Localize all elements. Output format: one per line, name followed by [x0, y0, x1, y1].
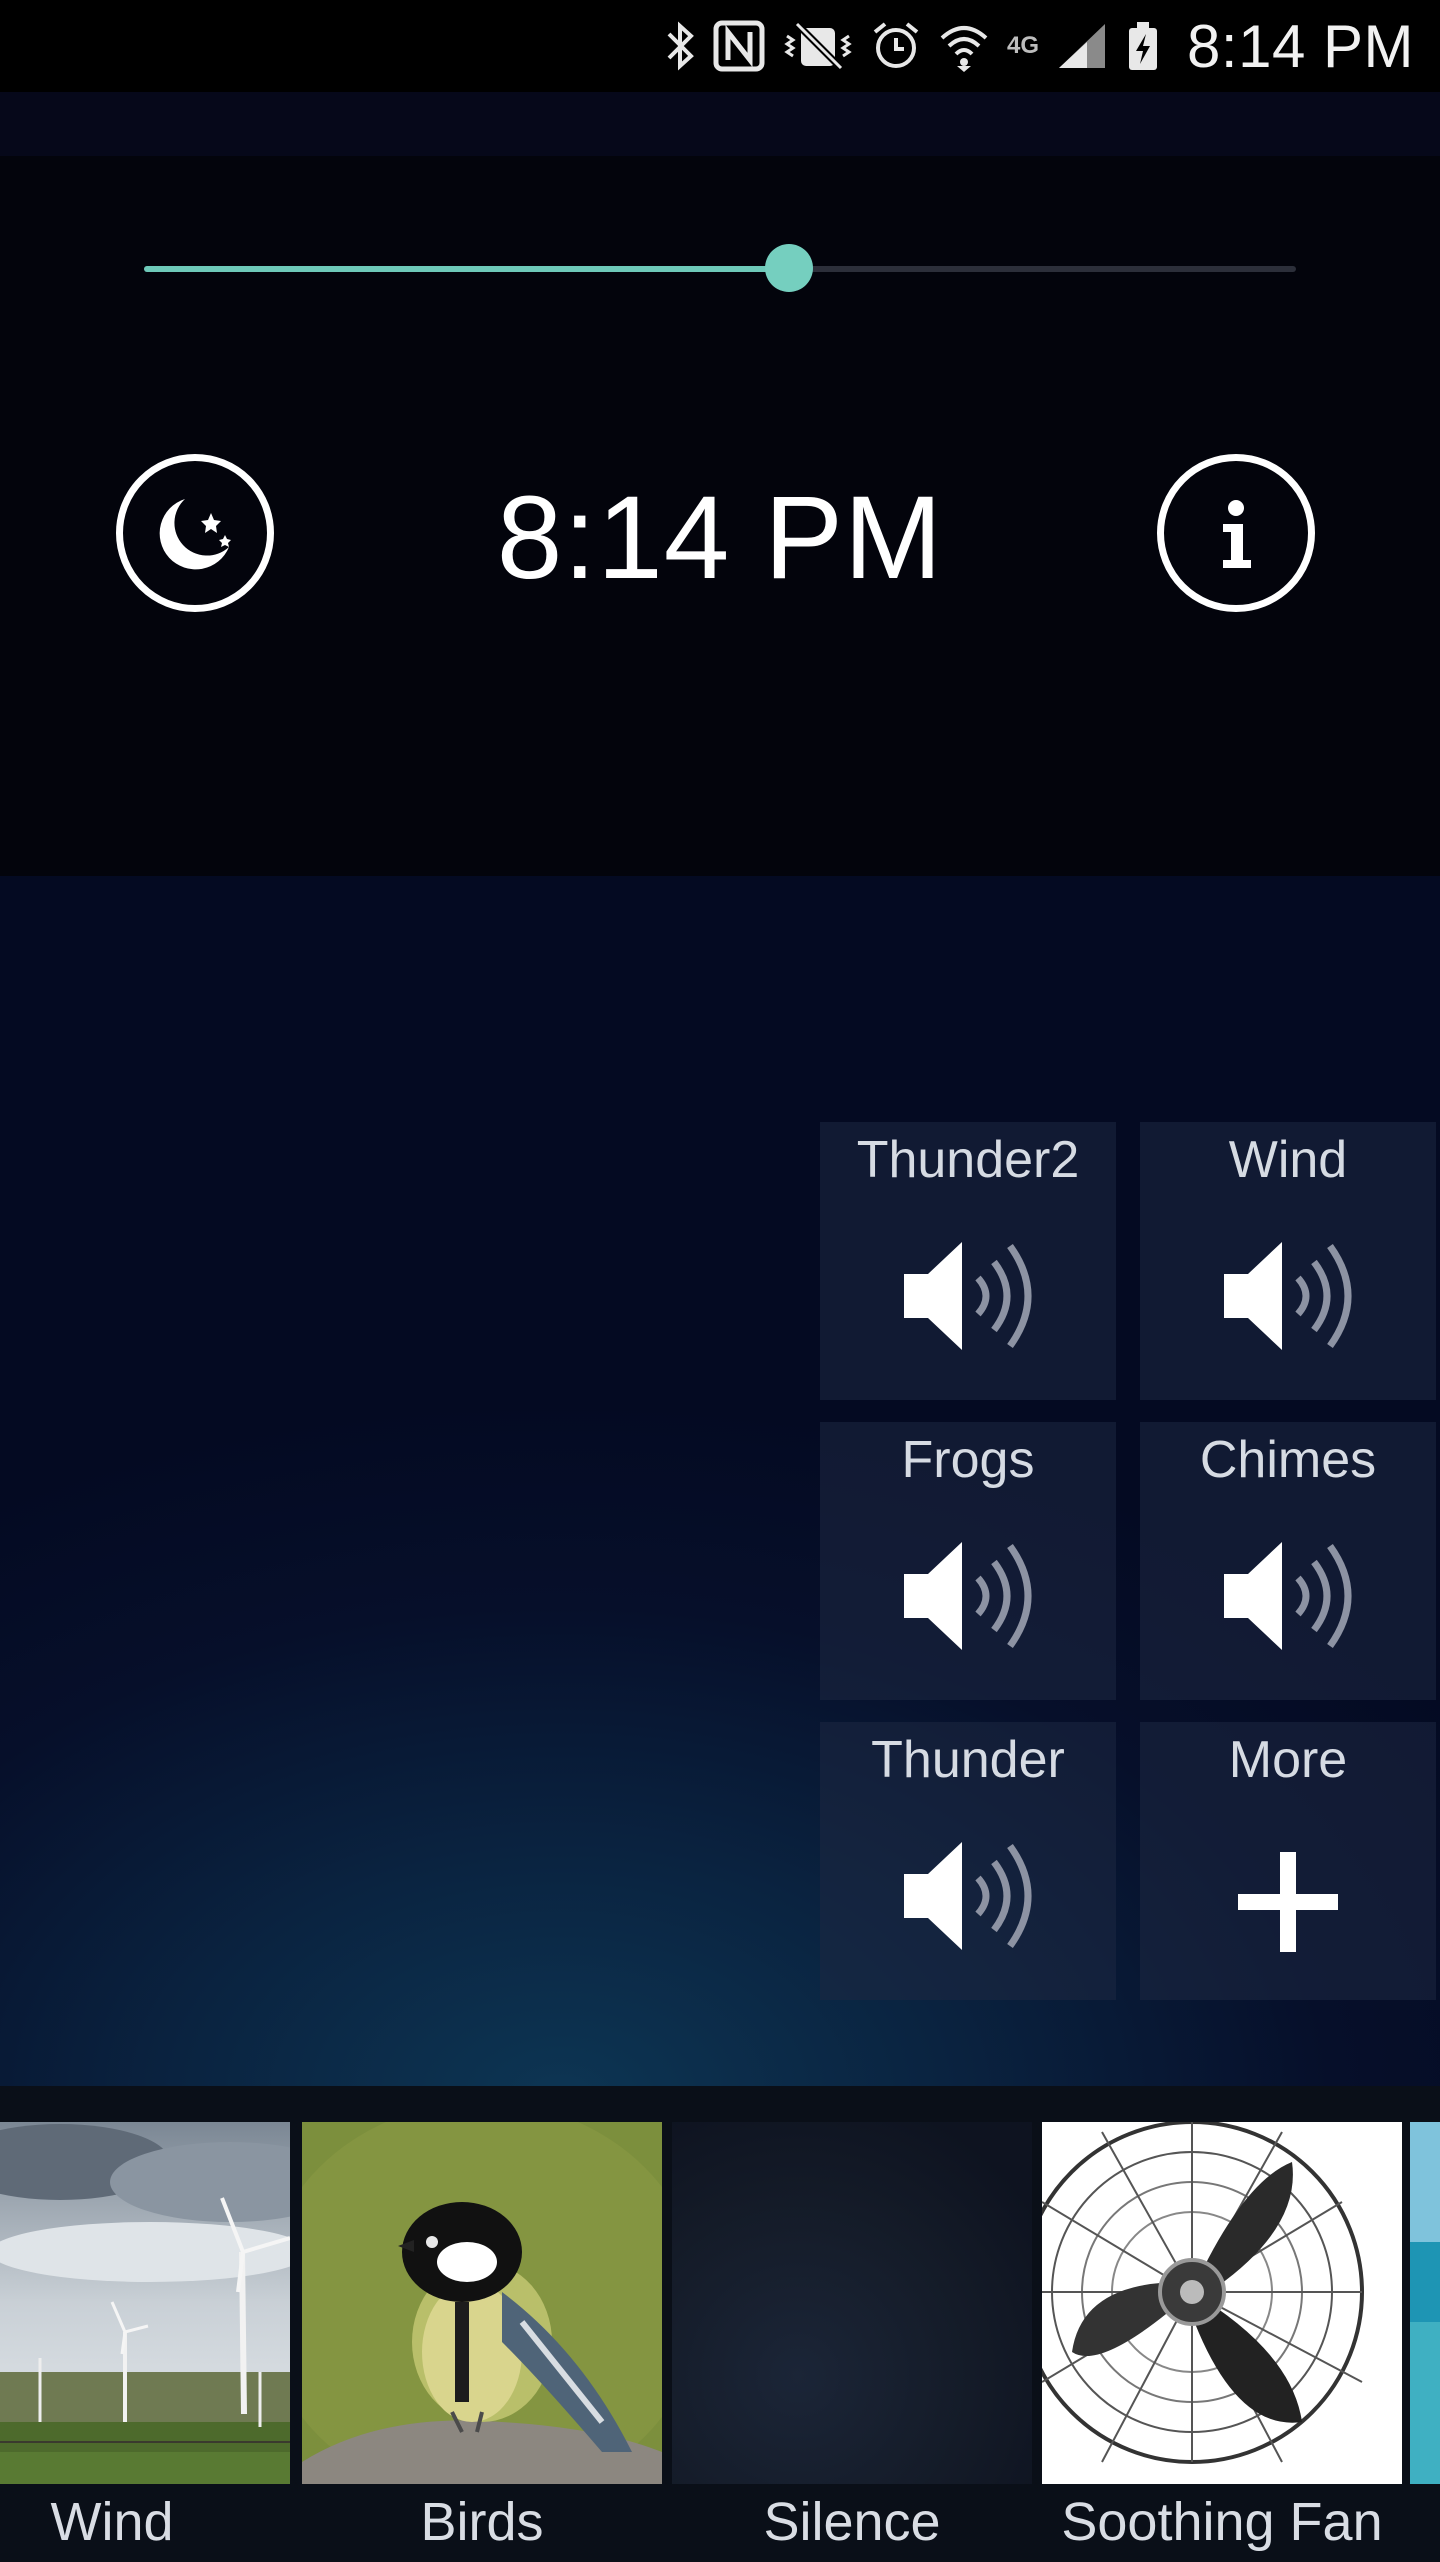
slider-fill	[144, 266, 790, 272]
status-bar: 4G 8:14 PM	[0, 0, 1440, 92]
volume-slider[interactable]	[144, 244, 1296, 292]
moon-stars-icon	[159, 499, 231, 570]
sound-tile-thunder2[interactable]: Thunder2	[820, 1122, 1116, 1400]
sound-tile-thunder[interactable]: Thunder	[820, 1722, 1116, 2000]
preset-ocean[interactable]	[1410, 2122, 1440, 2484]
speaker-icon	[904, 1842, 1032, 1950]
status-time: 8:14 PM	[1187, 12, 1414, 80]
vibrate-mute-icon	[783, 20, 853, 72]
battery-charging-icon	[1127, 20, 1159, 72]
speaker-icon	[1224, 1542, 1352, 1650]
ocean-image	[1410, 2122, 1440, 2484]
bird-image	[302, 2122, 662, 2484]
preset-label: Silence	[763, 2492, 941, 2552]
slider-thumb[interactable]	[765, 244, 814, 292]
preset-label: Soothing Fan	[1061, 2492, 1383, 2552]
sound-tile-wind[interactable]: Wind	[1140, 1122, 1436, 1400]
preset-birds[interactable]	[302, 2122, 662, 2484]
info-button[interactable]	[1157, 454, 1315, 612]
tile-label: Thunder2	[856, 1131, 1080, 1189]
tile-label: More	[1228, 1731, 1348, 1789]
tile-label: Chimes	[1199, 1431, 1377, 1489]
preset-soothing-fan[interactable]	[1042, 2122, 1402, 2484]
clock-time: 8:14 PM	[496, 472, 944, 604]
fan-image	[1042, 2122, 1402, 2484]
plus-icon	[1238, 1852, 1338, 1952]
sleep-timer-button[interactable]	[116, 454, 274, 612]
tile-label: Frogs	[901, 1431, 1035, 1489]
preset-label: Wind	[50, 2492, 174, 2552]
info-icon	[1223, 500, 1251, 568]
preset-label: Birds	[420, 2492, 544, 2552]
more-sounds-button[interactable]: More	[1140, 1722, 1436, 2000]
signal-icon	[1057, 20, 1109, 72]
speaker-icon	[1224, 1242, 1352, 1350]
sound-tile-frogs[interactable]: Frogs	[820, 1422, 1116, 1700]
alarm-icon	[871, 20, 921, 72]
tile-label: Wind	[1228, 1131, 1348, 1189]
speaker-icon	[904, 1242, 1032, 1350]
wind-turbines-image	[0, 2122, 290, 2484]
nfc-icon	[713, 20, 765, 72]
bluetooth-icon	[665, 20, 695, 72]
wifi-icon	[939, 20, 989, 72]
sound-tile-chimes[interactable]: Chimes	[1140, 1422, 1436, 1700]
preset-silence[interactable]	[672, 2122, 1032, 2484]
header-strip	[0, 92, 1440, 156]
lte-icon: 4G	[1007, 32, 1040, 59]
tile-label: Thunder	[871, 1731, 1065, 1789]
status-icons: 4G 8:14 PM	[665, 0, 1414, 92]
preset-wind[interactable]	[0, 2122, 290, 2484]
speaker-icon	[904, 1542, 1032, 1650]
dark-blur-image	[672, 2122, 1032, 2484]
